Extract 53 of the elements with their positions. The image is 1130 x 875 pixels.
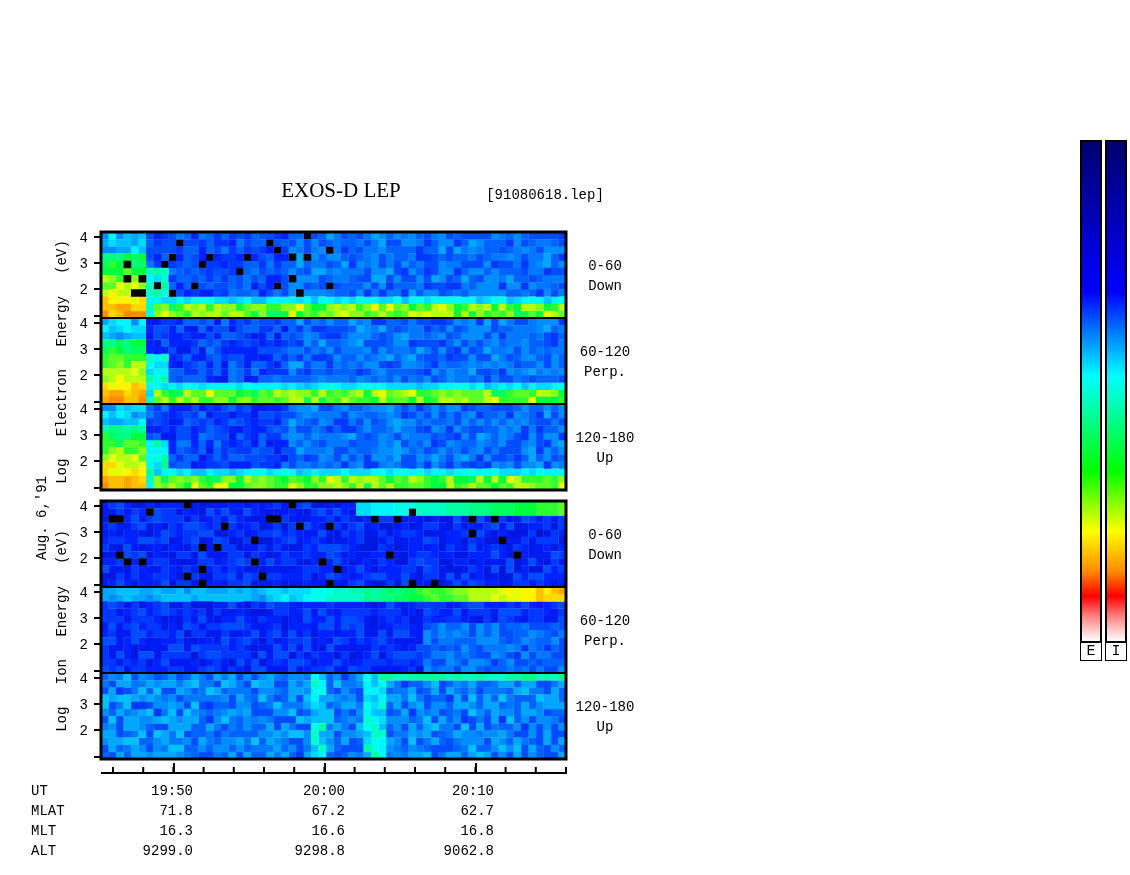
axis-label: Log Electron Energy (eV) (54, 240, 70, 484)
angle-range: 0-60 (588, 527, 622, 543)
color-scale-label: E (1080, 643, 1102, 661)
tick-label: 4 (79, 316, 88, 332)
angle-range: 120-180 (575, 699, 635, 715)
axis-value: 67.2 (311, 803, 345, 819)
direction-label: Perp. (584, 633, 626, 649)
tick-label: 4 (79, 671, 88, 687)
axis-value: 16.8 (460, 823, 494, 839)
tick-label: 3 (79, 342, 88, 358)
row-label: MLAT (31, 803, 65, 819)
angle-range: 60-120 (579, 344, 631, 360)
tick-label: 3 (79, 525, 88, 541)
axis-value: 19:50 (151, 783, 193, 799)
angle-range: 120-180 (575, 430, 635, 446)
tick-label: 4 (79, 402, 88, 418)
axis-value: 16.6 (311, 823, 345, 839)
axis-value: 20:10 (452, 783, 494, 799)
tick-label: 4 (79, 230, 88, 246)
axis-value: 62.7 (460, 803, 494, 819)
row-label: MLT (31, 823, 57, 839)
row-label: ALT (31, 843, 57, 859)
plot-title: EXOS-D LEP (281, 178, 401, 202)
direction-label: Down (588, 547, 622, 563)
tick-label: 3 (79, 697, 88, 713)
tick-label: 2 (79, 637, 88, 653)
axis-value: 9298.8 (294, 843, 345, 859)
tick-label: 2 (79, 282, 88, 298)
direction-label: Down (588, 278, 622, 294)
tick-label: 4 (79, 499, 88, 515)
tick-label: 2 (79, 454, 88, 470)
axis-value: 16.3 (159, 823, 193, 839)
direction-label: Perp. (584, 364, 626, 380)
axis-value: 9299.0 (142, 843, 193, 859)
tick-label: 2 (79, 551, 88, 567)
angle-range: 0-60 (588, 258, 622, 274)
axis-value: 9062.8 (443, 843, 494, 859)
tick-label: 4 (79, 585, 88, 601)
axis-label: Log Ion Energy (eV) (54, 530, 70, 732)
tick-label: 3 (79, 428, 88, 444)
row-label: UT (31, 783, 48, 799)
tick-label: 2 (79, 723, 88, 739)
date-label: Aug. 6,'91 (34, 476, 50, 560)
axis-value: 71.8 (159, 803, 193, 819)
file-name: [91080618.lep] (486, 187, 604, 203)
tick-label: 3 (79, 256, 88, 272)
direction-label: Up (596, 450, 614, 466)
axis-value: 20:00 (303, 783, 345, 799)
tick-label: 2 (79, 368, 88, 384)
color-scale-label: I (1105, 643, 1127, 661)
direction-label: Up (596, 719, 614, 735)
tick-label: 3 (79, 611, 88, 627)
angle-range: 60-120 (579, 613, 631, 629)
